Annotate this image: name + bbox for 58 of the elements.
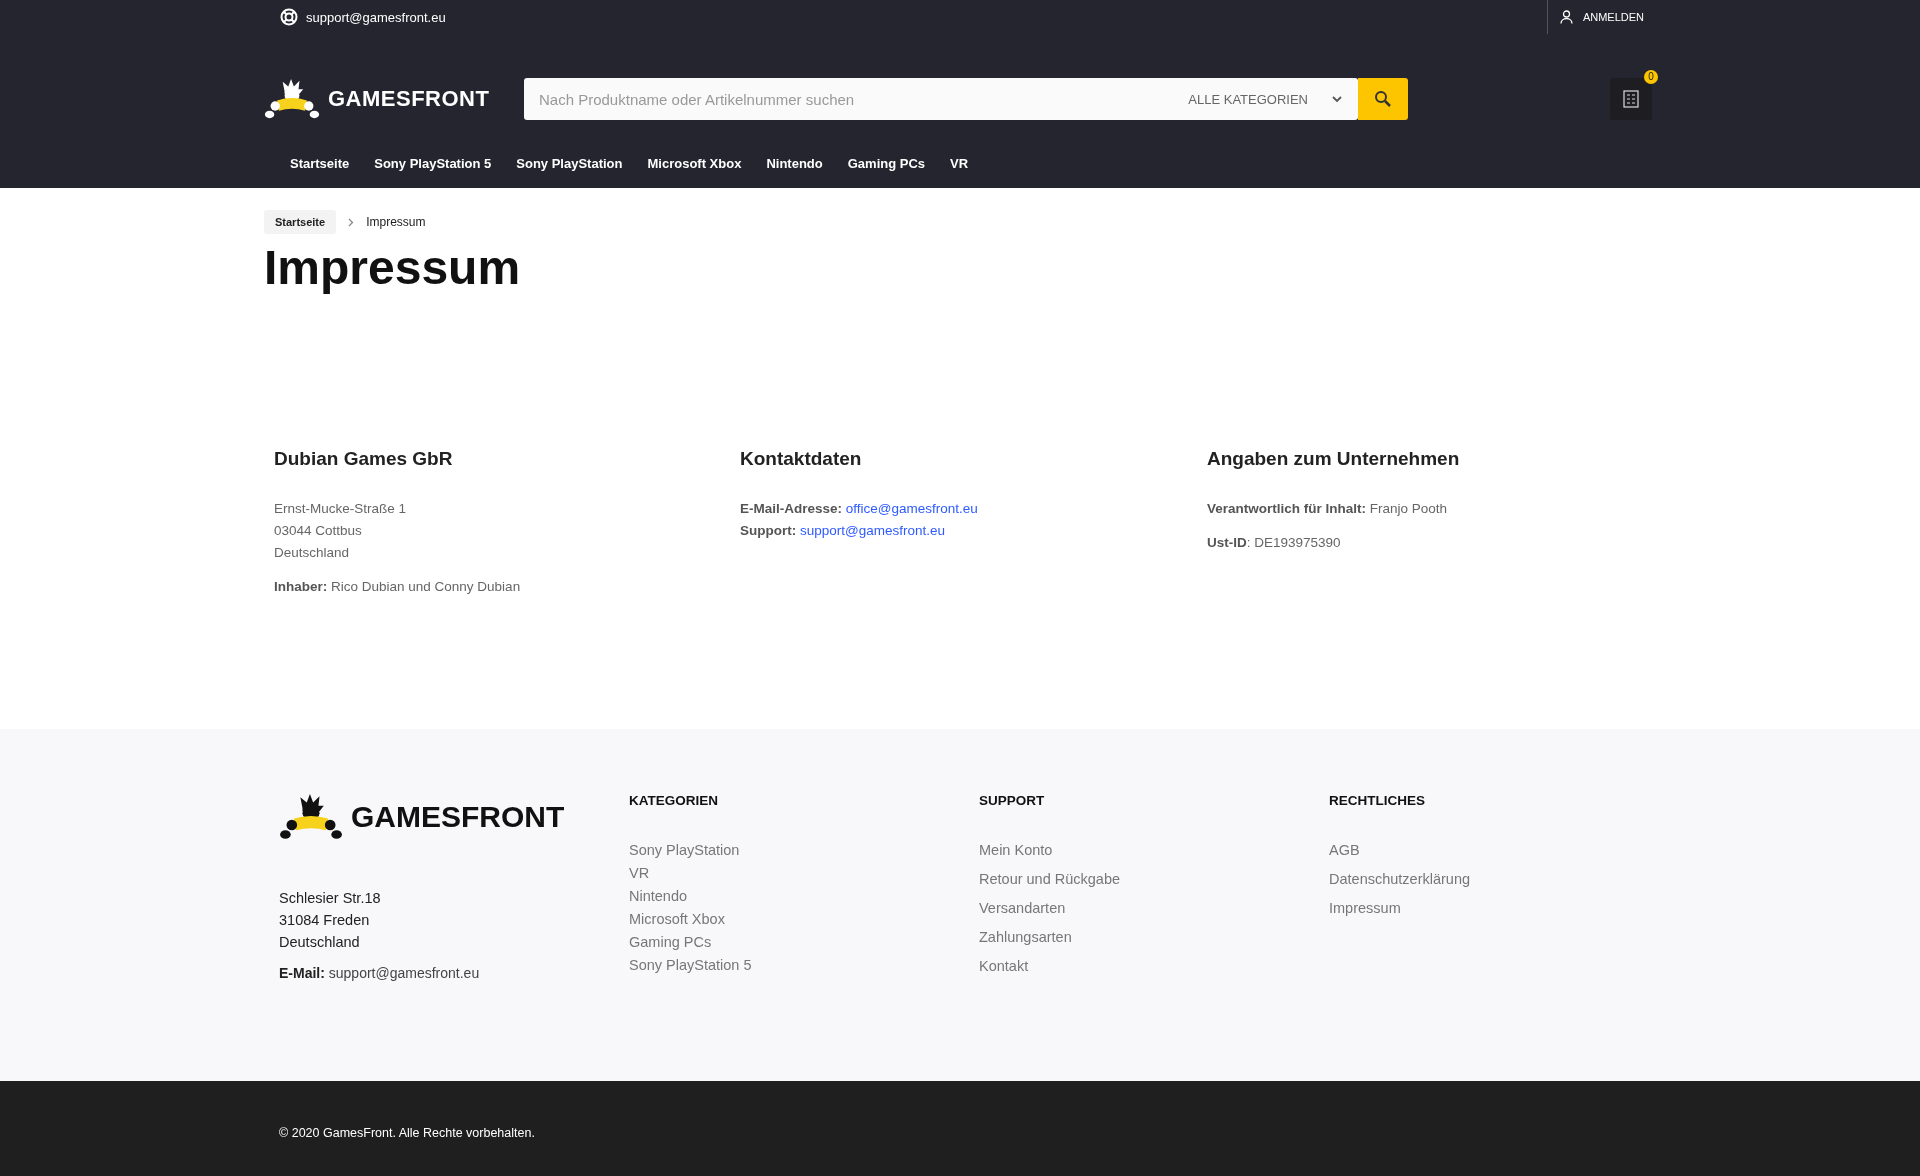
login-link[interactable]: ANMELDEN: [1546, 0, 1650, 34]
page-title: Impressum: [264, 240, 522, 295]
nav-link[interactable]: Startseite: [290, 156, 350, 171]
footer-logo-text: GAMESFRONT: [351, 800, 565, 834]
section-heading: Dubian Games GbR: [274, 448, 454, 470]
footer-link[interactable]: VR: [629, 865, 979, 881]
user-icon: [1559, 10, 1573, 24]
search-field[interactable]: Nach Produktname oder Artikelnummer suchen ALLE KATEGORIEN: [524, 78, 1358, 120]
contact-line: Support: support@gamesfront.eu: [740, 522, 947, 540]
nav-link[interactable]: VR: [950, 156, 969, 171]
mascot-logo-icon: [264, 78, 320, 120]
footer-link[interactable]: Impressum: [1329, 900, 1656, 916]
mascot-logo-icon: [279, 793, 343, 841]
footer-link[interactable]: AGB: [1329, 842, 1656, 858]
email-link[interactable]: support@gamesfront.eu: [800, 523, 946, 538]
footer-link[interactable]: Microsoft Xbox: [629, 911, 979, 927]
nav-link[interactable]: Sony PlayStation 5: [374, 156, 492, 171]
footer-link[interactable]: Datenschutzerklärung: [1329, 871, 1656, 887]
footer-email-text: E-Mail: support@gamesfront.eu: [279, 965, 481, 981]
footer-link[interactable]: Sony PlayStation: [629, 842, 979, 858]
footer-link[interactable]: Nintendo: [629, 888, 979, 904]
search-icon: [1374, 90, 1392, 108]
info-text: Verantwortlich für Inhalt: Franjo Pooth: [1207, 500, 1449, 518]
footer-link[interactable]: Zahlungsarten: [979, 929, 1329, 945]
lifebuoy-icon: [280, 8, 298, 26]
logo-text[interactable]: GAMESFRONT: [328, 86, 490, 112]
footer-link[interactable]: Mein Konto: [979, 842, 1329, 858]
support-email: support@gamesfront.eu: [306, 9, 446, 25]
contact-line: E-Mail-Adresse: office@gamesfront.eu: [740, 500, 979, 518]
section-heading: Angaben zum Unternehmen: [1207, 448, 1461, 470]
cart-button[interactable]: [1610, 78, 1652, 120]
breadcrumb-item[interactable]: Startseite: [264, 210, 337, 234]
footer-link[interactable]: Retour und Rückgabe: [979, 871, 1329, 887]
chevron-down-icon: [1332, 95, 1342, 103]
search-button[interactable]: [1358, 78, 1408, 120]
box-icon: [1623, 90, 1639, 108]
category-dropdown[interactable]: ALLE KATEGORIEN: [1182, 90, 1358, 108]
section-heading: Kontaktdaten: [740, 448, 863, 470]
cart-count-badge: 0: [1644, 70, 1658, 84]
nav-link[interactable]: Sony PlayStation: [516, 156, 623, 171]
address-text: Ernst-Mucke-Straße 1 03044 Cottbus Deutschland: [274, 500, 408, 562]
nav-link[interactable]: Microsoft Xbox: [647, 156, 742, 171]
email-link[interactable]: office@gamesfront.eu: [845, 501, 978, 516]
nav-link[interactable]: Nintendo: [766, 156, 823, 171]
footer-address: Schlesier Str.18 31084 Freden Deutschland: [279, 889, 382, 952]
copyright-text: © 2020 GamesFront. Alle Rechte vorbehalten.: [278, 1125, 535, 1140]
info-text: Inhaber: Rico Dubian und Conny Dubian: [274, 578, 522, 596]
breadcrumb-item[interactable]: Impressum: [366, 215, 426, 229]
chevron-right-icon: [348, 217, 355, 227]
footer-link[interactable]: Gaming PCs: [629, 934, 979, 950]
info-text: Ust-ID: DE193975390: [1207, 534, 1342, 552]
nav-link[interactable]: Gaming PCs: [847, 156, 926, 171]
footer-heading: KATEGORIEN: [629, 793, 719, 808]
footer-link[interactable]: Versandarten: [979, 900, 1329, 916]
footer-link[interactable]: Sony PlayStation 5: [629, 957, 979, 973]
footer-heading: RECHTLICHES: [1329, 793, 1426, 808]
footer-link[interactable]: Kontakt: [979, 958, 1329, 974]
footer-heading: SUPPORT: [979, 793, 1046, 808]
